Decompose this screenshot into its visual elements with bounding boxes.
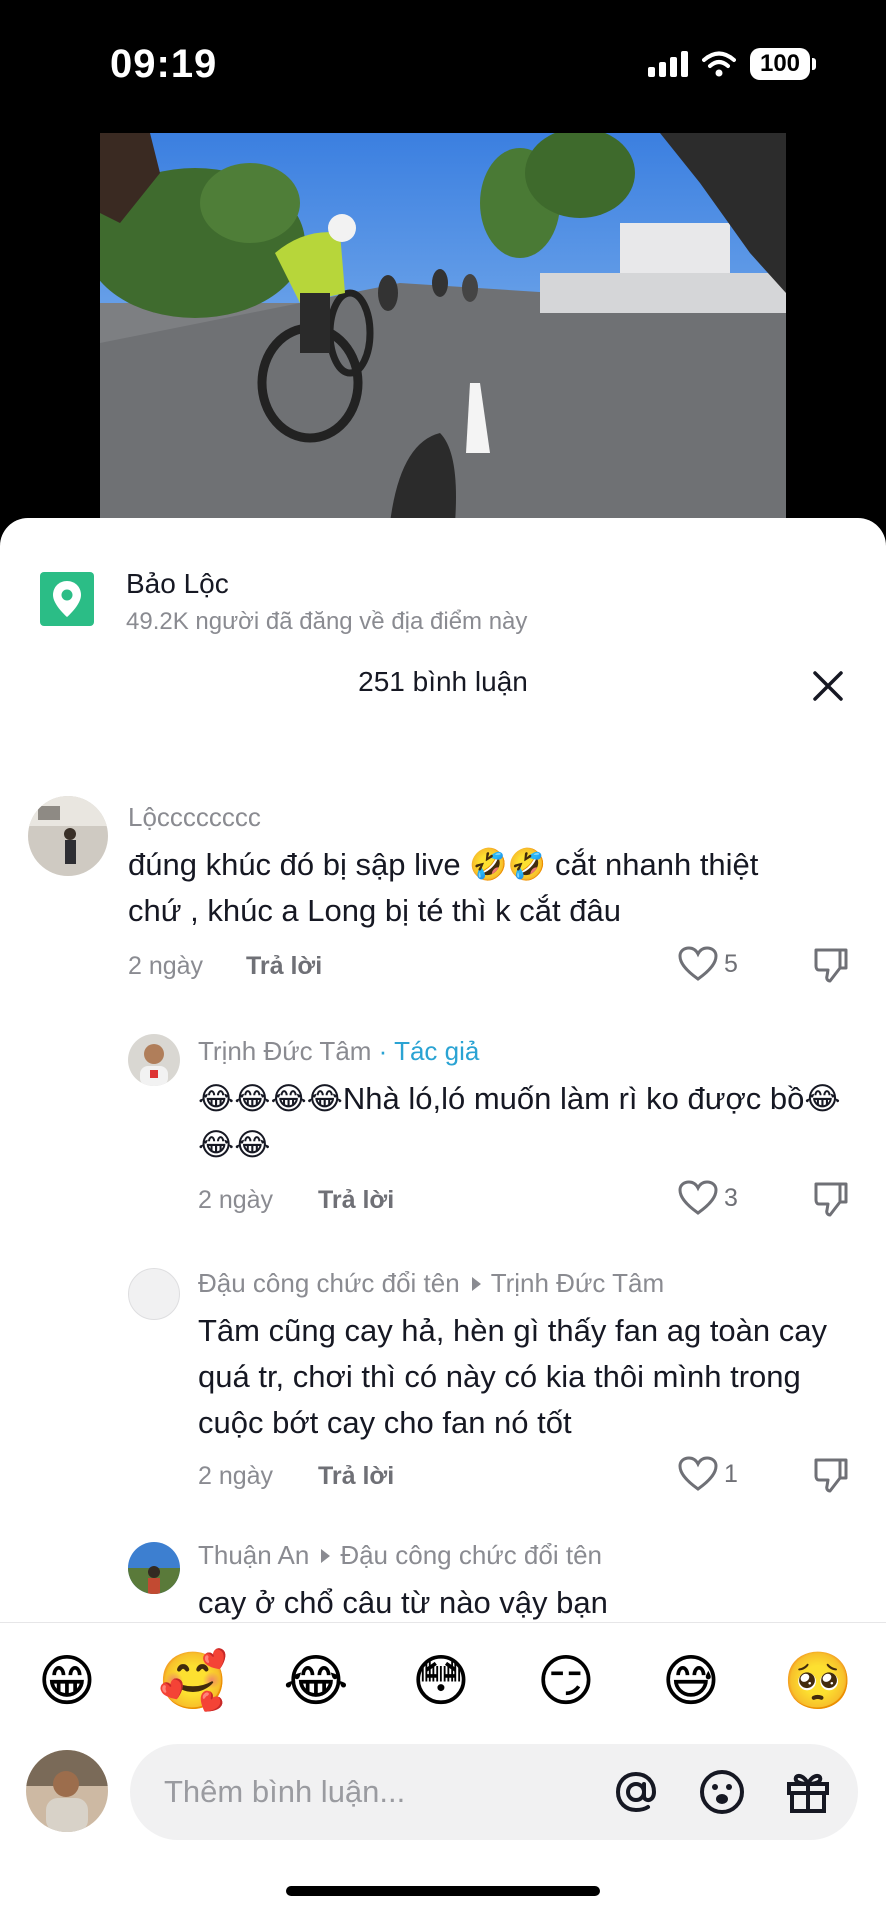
username-text: Thuận An bbox=[198, 1540, 310, 1570]
comment-time: 2 ngày bbox=[198, 1462, 274, 1490]
status-bar: 09:19 100 bbox=[0, 0, 886, 130]
comment-text: đúng khúc đó bị sập live 🤣🤣 cắt nhanh th… bbox=[128, 847, 759, 928]
like-count: 1 bbox=[724, 1459, 738, 1488]
location-pin-icon bbox=[40, 572, 94, 626]
location-name: Bảo Lộc bbox=[126, 568, 229, 599]
emoji-grin[interactable]: 😁 bbox=[34, 1649, 100, 1715]
comments-count-title: 251 bình luận bbox=[358, 666, 528, 697]
status-icons: 100 bbox=[648, 48, 816, 80]
emoji-sweat-smile[interactable]: 😅 bbox=[658, 1649, 724, 1715]
location-subtitle: 49.2K người đã đăng về địa điểm này bbox=[126, 608, 528, 635]
my-avatar[interactable] bbox=[26, 1750, 108, 1832]
username-text: Đậu công chức đổi tên bbox=[198, 1268, 460, 1298]
comment-input-pill bbox=[130, 1744, 858, 1840]
like-button[interactable]: 5 bbox=[678, 946, 738, 982]
comment-input[interactable] bbox=[164, 1766, 584, 1818]
reply-to-username: Đậu công chức đổi tên bbox=[340, 1540, 602, 1570]
close-icon bbox=[813, 671, 843, 701]
comment-text: cay ở chổ câu từ nào vậy bạn bbox=[198, 1585, 608, 1620]
emoji-smiling-hearts[interactable]: 🥰 bbox=[158, 1649, 228, 1715]
battery-icon: 100 bbox=[750, 48, 816, 80]
gift-button[interactable] bbox=[782, 1766, 834, 1818]
home-indicator[interactable] bbox=[286, 1886, 600, 1896]
status-time: 09:19 bbox=[110, 42, 218, 86]
emoji-flushed[interactable]: 😳 bbox=[408, 1649, 474, 1715]
heart-icon bbox=[678, 1456, 718, 1491]
comment-username[interactable]: Thuận An Đậu công chức đổi tên bbox=[198, 1540, 602, 1571]
reply-arrow-icon bbox=[321, 1549, 331, 1564]
reply-arrow-icon bbox=[471, 1277, 481, 1292]
mention-icon bbox=[615, 1771, 657, 1813]
like-count: 5 bbox=[724, 949, 738, 978]
emoji-pleading[interactable]: 🥺 bbox=[783, 1649, 853, 1715]
dislike-icon bbox=[814, 948, 848, 983]
comment-username[interactable]: Trịnh Đức Tâm · Tác giả bbox=[198, 1036, 479, 1067]
avatar[interactable] bbox=[28, 796, 108, 876]
comment-input-row bbox=[0, 1742, 886, 1852]
wifi-icon bbox=[702, 51, 736, 77]
reply-to-username: Trịnh Đức Tâm bbox=[490, 1268, 665, 1298]
dislike-icon bbox=[814, 1182, 848, 1217]
comment-username[interactable]: Đậu công chức đổi tên Trịnh Đức Tâm bbox=[198, 1268, 664, 1299]
signal-icon bbox=[648, 51, 688, 77]
location-row[interactable]: Bảo Lộc 49.2K người đã đăng về địa điểm … bbox=[40, 554, 846, 635]
comment-username[interactable]: Lộcccccccc bbox=[128, 802, 261, 833]
video-area[interactable] bbox=[0, 130, 886, 530]
video-thumbnail[interactable] bbox=[100, 133, 786, 523]
reply-button[interactable]: Trả lời bbox=[318, 1462, 394, 1491]
avatar[interactable] bbox=[128, 1268, 180, 1320]
reply-button[interactable]: Trả lời bbox=[318, 1186, 394, 1215]
comment-text: Tâm cũng cay hả, hèn gì thấy fan ag toàn… bbox=[198, 1313, 828, 1440]
emoji-bar: 😁 🥰 😂 😳 😏 😅 🥺 bbox=[0, 1622, 886, 1742]
heart-icon bbox=[678, 946, 718, 981]
avatar[interactable] bbox=[128, 1542, 180, 1594]
username-text: Trịnh Đức Tâm bbox=[198, 1036, 372, 1066]
emoji-picker-button[interactable] bbox=[696, 1766, 748, 1818]
dislike-button[interactable] bbox=[812, 1180, 850, 1223]
emoji-tears-of-joy[interactable]: 😂 bbox=[283, 1649, 349, 1715]
dislike-icon bbox=[814, 1458, 848, 1493]
like-button[interactable]: 1 bbox=[678, 1456, 738, 1492]
dislike-button[interactable] bbox=[812, 946, 850, 989]
close-button[interactable] bbox=[810, 668, 846, 704]
avatar[interactable] bbox=[128, 1034, 180, 1086]
author-tag: · Tác giả bbox=[378, 1036, 480, 1066]
emoji-smirk[interactable]: 😏 bbox=[533, 1649, 599, 1715]
heart-icon bbox=[678, 1180, 718, 1215]
reply-button[interactable]: Trả lời bbox=[246, 952, 322, 981]
like-button[interactable]: 3 bbox=[678, 1180, 738, 1216]
mention-button[interactable] bbox=[610, 1766, 662, 1818]
like-count: 3 bbox=[724, 1183, 738, 1212]
comment-time: 2 ngày bbox=[198, 1186, 274, 1214]
gift-icon bbox=[787, 1773, 829, 1813]
comment-text: 😂😂😂😂Nhà ló,ló muốn làm rì ko được bồ😂😂😂 bbox=[198, 1081, 841, 1162]
dislike-button[interactable] bbox=[812, 1456, 850, 1499]
emoji-icon bbox=[700, 1770, 744, 1814]
comment-time: 2 ngày bbox=[128, 952, 204, 980]
